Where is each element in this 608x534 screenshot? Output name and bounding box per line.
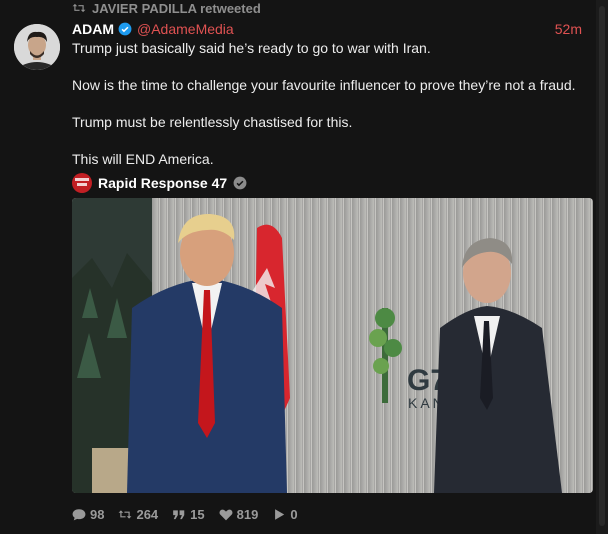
retweet-icon: [119, 509, 132, 519]
scrollbar-thumb[interactable]: [599, 6, 605, 526]
play-icon: [275, 508, 285, 520]
tweet-card: JAVIER PADILLA retweeted ADAM @AdameMedi…: [0, 0, 596, 534]
avatar-image: [14, 24, 60, 70]
tweet-text: Trump just basically said he’s ready to …: [72, 40, 582, 188]
user-handle[interactable]: @AdameMedia: [137, 21, 234, 37]
tweet-paragraph: Trump just basically said he’s ready to …: [72, 40, 431, 56]
views-button[interactable]: 0: [272, 506, 298, 522]
media-illustration: G7 KAN: [72, 198, 593, 493]
tweet-header: ADAM @AdameMedia 52m: [72, 20, 582, 38]
retweet-count: 264: [136, 506, 159, 522]
quoted-account[interactable]: Rapid Response 47: [72, 173, 247, 193]
reply-icon: [72, 508, 86, 520]
tweet-paragraph: This will END America.: [72, 151, 214, 167]
scrollbar[interactable]: [596, 0, 608, 534]
tweet-paragraph: Now is the time to challenge your favour…: [72, 77, 576, 93]
tweet-media-image[interactable]: G7 KAN: [72, 198, 593, 493]
display-name[interactable]: ADAM: [72, 21, 114, 37]
quote-icon: [173, 509, 185, 519]
heart-icon: [219, 509, 233, 520]
quote-count: 15: [190, 506, 205, 522]
reply-button[interactable]: 98: [72, 507, 104, 522]
retweet-indicator[interactable]: JAVIER PADILLA retweeted: [72, 0, 261, 16]
verified-badge-icon: [118, 22, 132, 36]
tweet-paragraph: Trump must be relentlessly chastised for…: [72, 114, 353, 130]
like-button[interactable]: 819: [219, 506, 259, 522]
gray-verified-icon: [233, 176, 247, 190]
view-count: 0: [290, 506, 298, 522]
like-count: 819: [236, 506, 259, 522]
retweet-by-text: JAVIER PADILLA retweeted: [92, 0, 261, 16]
quoted-account-name: Rapid Response 47: [98, 175, 228, 191]
timestamp[interactable]: 52m: [555, 21, 582, 37]
quoted-avatar: [72, 173, 92, 193]
avatar[interactable]: [14, 24, 60, 70]
retweet-button[interactable]: 264: [118, 507, 158, 522]
reply-count: 98: [90, 506, 105, 522]
tweet-actions: 98 264 15 819 0: [72, 505, 298, 523]
quote-button[interactable]: 15: [172, 506, 205, 522]
retweet-icon: [72, 3, 86, 13]
